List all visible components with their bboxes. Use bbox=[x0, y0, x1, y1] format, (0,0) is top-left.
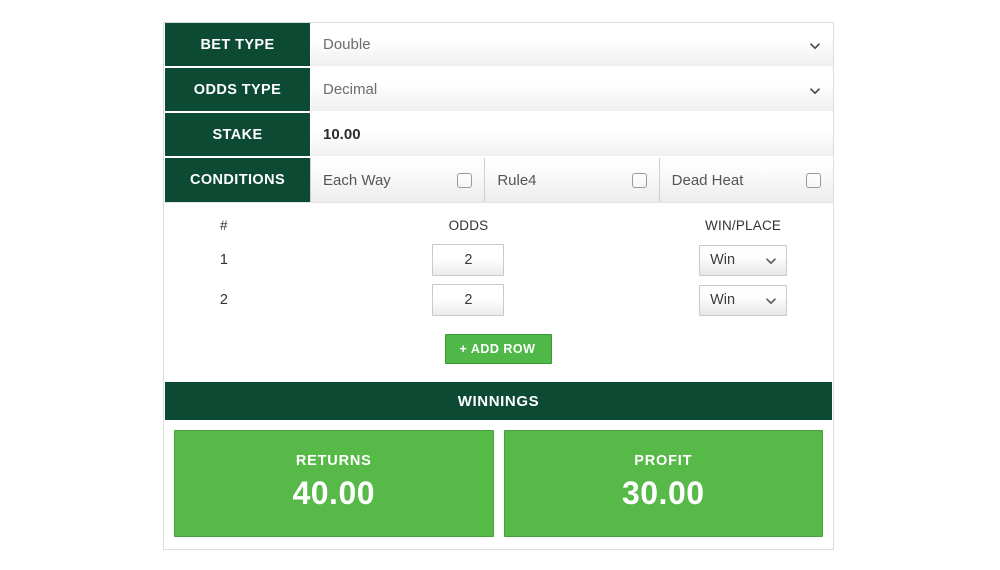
conditions-label: CONDITIONS bbox=[165, 158, 310, 202]
returns-value: 40.00 bbox=[292, 475, 376, 511]
legs-section: # ODDS WIN/PLACE 1 Win bbox=[164, 202, 833, 382]
header-odds: ODDS bbox=[448, 218, 489, 233]
stake-input[interactable]: 10.00 bbox=[311, 126, 361, 143]
chevron-down-icon bbox=[809, 84, 821, 96]
bet-type-label: BET TYPE bbox=[165, 23, 310, 66]
profit-card: PROFIT 30.00 bbox=[503, 430, 823, 537]
odds-type-value: Decimal bbox=[323, 81, 378, 98]
chevron-down-icon bbox=[765, 254, 777, 266]
odds-input-1[interactable] bbox=[432, 244, 505, 276]
condition-dead-heat[interactable]: Dead Heat bbox=[658, 158, 833, 202]
legs-header-row: # ODDS WIN/PLACE bbox=[164, 209, 833, 240]
table-row: 2 Win bbox=[164, 280, 833, 320]
bet-type-value: Double bbox=[323, 36, 371, 53]
win-place-value: Win bbox=[710, 292, 736, 308]
returns-label: RETURNS bbox=[295, 453, 372, 469]
bet-type-row: BET TYPE Double bbox=[164, 23, 833, 67]
bet-calculator: BET TYPE Double ODDS TYPE Decimal STAKE … bbox=[163, 22, 834, 550]
odds-input-2[interactable] bbox=[432, 284, 505, 316]
profit-label: PROFIT bbox=[634, 453, 693, 469]
stake-row: STAKE 10.00 bbox=[164, 113, 833, 157]
win-place-select-1[interactable]: Win bbox=[699, 244, 788, 276]
legs-table: # ODDS WIN/PLACE 1 Win bbox=[164, 209, 833, 320]
row-number: 2 bbox=[219, 292, 228, 308]
add-row-container: + ADD ROW bbox=[164, 320, 833, 382]
header-win-place: WIN/PLACE bbox=[705, 218, 782, 233]
stake-field[interactable]: 10.00 bbox=[310, 113, 833, 156]
results-container: RETURNS 40.00 PROFIT 30.00 bbox=[164, 420, 833, 549]
table-row: 1 Win bbox=[164, 240, 833, 280]
win-place-value: Win bbox=[710, 252, 736, 268]
condition-label: Rule4 bbox=[497, 171, 537, 189]
winnings-header: WINNINGS bbox=[165, 382, 832, 420]
odds-type-select[interactable]: Decimal bbox=[310, 68, 833, 111]
header-number: # bbox=[220, 218, 228, 233]
condition-label: Each Way bbox=[323, 171, 391, 189]
add-row-button[interactable]: + ADD ROW bbox=[444, 334, 553, 364]
bet-type-select[interactable]: Double bbox=[310, 23, 833, 66]
profit-value: 30.00 bbox=[621, 475, 705, 511]
condition-label: Dead Heat bbox=[671, 171, 744, 189]
conditions-row: CONDITIONS Each Way Rule4 Dead Heat bbox=[164, 158, 833, 202]
odds-type-row: ODDS TYPE Decimal bbox=[164, 68, 833, 112]
rule4-checkbox[interactable] bbox=[631, 172, 647, 188]
returns-card: RETURNS 40.00 bbox=[174, 430, 494, 537]
each-way-checkbox[interactable] bbox=[457, 172, 473, 188]
chevron-down-icon bbox=[765, 294, 777, 306]
win-place-select-2[interactable]: Win bbox=[699, 284, 788, 316]
condition-rule4[interactable]: Rule4 bbox=[484, 158, 659, 202]
condition-each-way[interactable]: Each Way bbox=[310, 158, 485, 202]
stake-label: STAKE bbox=[165, 113, 310, 156]
row-number: 1 bbox=[219, 252, 228, 268]
dead-heat-checkbox[interactable] bbox=[805, 172, 821, 188]
chevron-down-icon bbox=[809, 39, 821, 51]
odds-type-label: ODDS TYPE bbox=[165, 68, 310, 111]
